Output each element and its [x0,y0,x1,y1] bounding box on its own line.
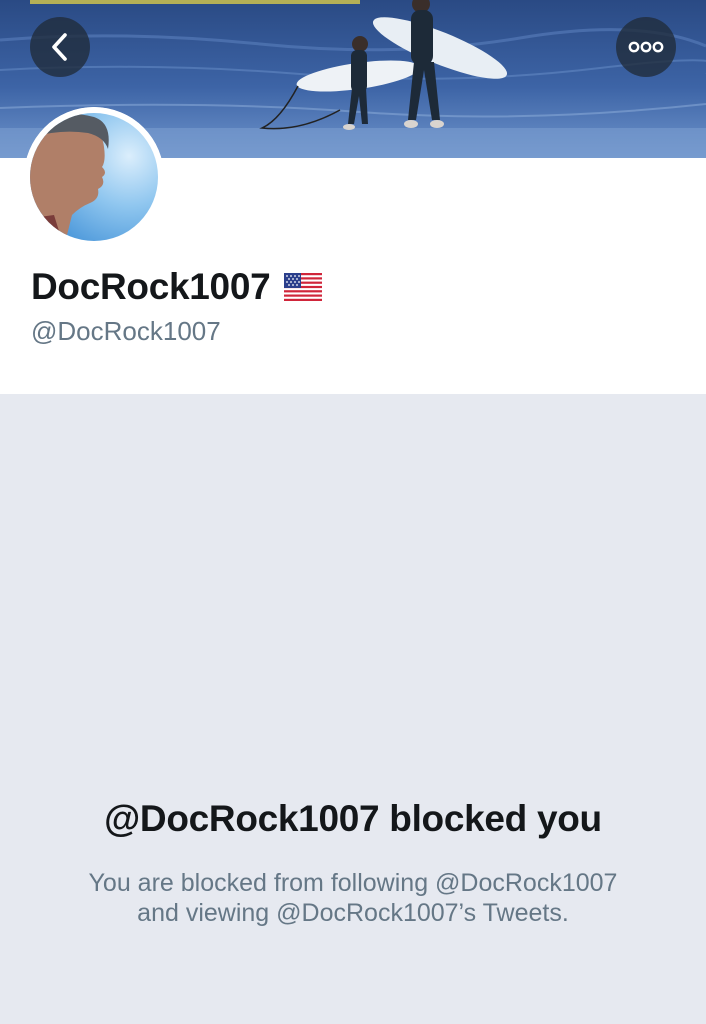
avatar[interactable] [24,107,164,247]
more-options-button[interactable] [616,17,676,77]
avatar-photo [24,107,164,247]
more-options-icon [628,41,664,53]
blocked-title: @DocRock1007 blocked you [104,798,602,839]
back-button[interactable] [30,17,90,77]
chevron-left-icon [52,33,67,61]
blocked-description-line-2: and viewing @DocRock1007’s Tweets. [137,899,569,927]
profile-handle: @DocRock1007 [31,316,221,346]
us-flag-icon [284,273,323,301]
blocked-description: You are blocked from following @DocRock1… [40,868,666,928]
display-name: DocRock1007 [31,266,271,307]
blocked-panel [0,394,706,1024]
display-name-row: DocRock1007 [31,266,323,308]
blocked-description-line-1: You are blocked from following @DocRock1… [88,869,618,897]
